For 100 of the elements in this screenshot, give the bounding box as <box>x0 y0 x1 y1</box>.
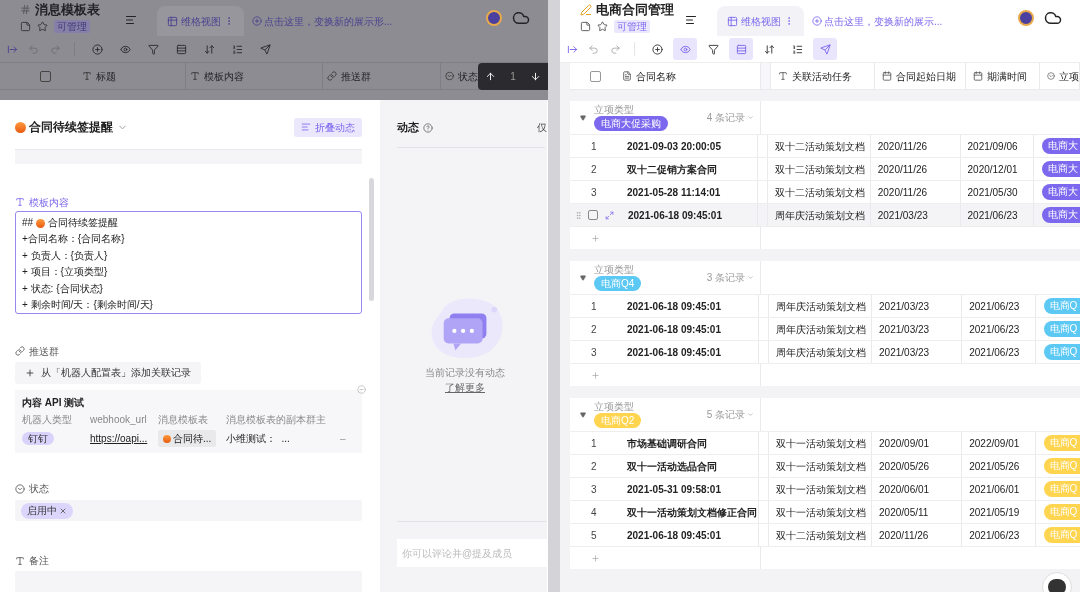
row-number: 2 <box>590 459 598 474</box>
collapse-caret-icon <box>580 274 586 281</box>
project-type-tag: 电商Q <box>1043 298 1080 314</box>
arrow-down-icon <box>529 71 541 82</box>
add-view-link[interactable]: 点击这里，变换新的展示... <box>812 6 943 36</box>
add-circle-icon <box>812 16 822 26</box>
document-icon <box>622 71 632 81</box>
add-link-record-button[interactable]: 从「机器人配置表」添加关联记录 <box>15 362 201 384</box>
link-icon <box>327 71 337 81</box>
table-cell: 2020/11/26 <box>870 181 961 203</box>
toolbar-button[interactable] <box>673 38 697 60</box>
table-row[interactable]: 2 2021-06-18 09:45:01 周年庆活动策划文档 2021/03/23 2021/06/23 电商Q <box>570 318 1080 341</box>
table-row[interactable]: 3 2021-05-31 09:58:01 双十一活动策划文档 2020/06/01 2021/06/01 电商Q <box>570 478 1080 501</box>
column-header[interactable]: 合同起始日期 <box>875 63 966 89</box>
menu-icon <box>685 14 697 26</box>
table-cell: 周年庆活动策划文档 <box>769 341 873 363</box>
sort-icon <box>763 43 775 55</box>
table-row[interactable]: 1 2021-06-18 09:45:01 周年庆活动策划文档 2021/03/23 2021/06/23 电商Q <box>570 295 1080 318</box>
table-row[interactable]: 1 市场基础调研合同 双十一活动策划文档 2020/09/01 2022/09/01 电商Q <box>570 432 1080 455</box>
previous-record-button[interactable] <box>485 71 497 82</box>
collapse-activity-button[interactable]: 折叠动态 <box>294 117 362 137</box>
note-icon <box>20 21 31 32</box>
table-row[interactable]: 3 2021-05-28 11:14:01 双十二活动策划文档 2020/11/26 2021/05/30 电商大 <box>570 181 1080 204</box>
field-label: 推送群 <box>29 344 59 359</box>
star-icon <box>597 21 608 32</box>
undo-icon <box>27 43 39 55</box>
column-header[interactable]: 合同名称 <box>622 68 676 84</box>
checkbox[interactable] <box>590 70 601 82</box>
table-cell: 双十二活动策划文档 <box>768 181 871 203</box>
table-cell: 2021/09/06 <box>960 135 1034 157</box>
template-line: +合同名称：{合同名称} <box>22 232 126 247</box>
text-icon <box>15 555 25 566</box>
text-icon <box>15 197 25 208</box>
table-cell: 双十一活动策划文档 <box>769 432 873 454</box>
linked-column-label: webhook_url <box>90 413 148 428</box>
column-header[interactable]: 模板内容 <box>186 63 323 89</box>
scrollbar[interactable] <box>368 178 374 301</box>
project-type-tag: 电商Q <box>1043 504 1080 520</box>
table-cell-text: 双十一活动策划文档修正合同 <box>627 505 757 520</box>
template-record-chip[interactable]: 合同待... <box>158 430 217 448</box>
table-cell: 2021/06/23 <box>962 318 1036 340</box>
toolbar-button[interactable] <box>729 38 753 60</box>
add-row-button[interactable] <box>591 553 600 563</box>
avatar[interactable] <box>1018 10 1034 26</box>
pen-icon <box>580 3 592 16</box>
table-row[interactable]: 5 2021-06-18 09:45:01 双十二活动策划文档 2020/11/26 2021/06/23 电商Q <box>570 524 1080 547</box>
rows-icon <box>735 43 747 55</box>
template-line: ## <box>22 216 34 230</box>
table-cell: 双十一活动策划文档 <box>769 478 873 500</box>
field-label: 状态 <box>29 482 49 497</box>
redo-icon <box>609 43 621 55</box>
row-number: 3 <box>590 345 598 360</box>
toolbar-button[interactable] <box>813 38 837 60</box>
table-row[interactable]: 2021-06-18 09:45:01 周年庆活动策划文档 2021/03/23 2021/06/23 电商大 <box>570 204 1080 227</box>
table-cell-text: 2021-06-18 09:45:01 <box>627 528 721 543</box>
column-header[interactable]: 关联活动任务 <box>771 63 875 89</box>
table-row[interactable]: 2 双十一活动选品合同 双十一活动策划文档 2020/05/26 2021/05/26 电商Q <box>570 455 1080 478</box>
webhook-link[interactable]: https://oapi... <box>90 433 148 445</box>
undo-icon <box>587 43 599 55</box>
group-tag: 电商Q2 <box>594 413 642 428</box>
status-field[interactable]: 启用中 <box>15 499 362 522</box>
drag-handle-icon <box>574 210 583 220</box>
column-header[interactable]: 立项 <box>1040 63 1080 89</box>
checkbox[interactable] <box>40 70 51 82</box>
table-cell: 双十二活动策划文档 <box>769 524 873 546</box>
table-cell: 2021/06/01 <box>962 478 1036 500</box>
add-row-button[interactable] <box>591 370 600 380</box>
table-cell: 2020/11/26 <box>872 524 963 546</box>
cloud-icon <box>512 9 530 27</box>
table-row[interactable]: 2 双十二促销方案合同 双十二活动策划文档 2020/11/26 2020/12/01 电商大 <box>570 158 1080 181</box>
column-header[interactable]: 期满时间 <box>966 63 1040 89</box>
record-position: 1 <box>510 70 516 84</box>
column-header[interactable]: 标题 <box>78 63 186 89</box>
table-cell: 2020/11/26 <box>870 135 961 157</box>
next-record-button[interactable] <box>529 71 541 82</box>
select-icon <box>15 483 25 494</box>
field-label: 模板内容 <box>29 195 69 210</box>
column-header[interactable]: 推送群 <box>323 63 441 89</box>
remove-link-button[interactable] <box>357 384 366 394</box>
add-row-button[interactable] <box>591 233 600 243</box>
sidebar-icon <box>6 43 18 55</box>
comment-field[interactable]: 你可以评论并@提及成员 <box>397 539 547 567</box>
table-row[interactable]: 3 2021-06-18 09:45:01 周年庆活动策划文档 2021/03/23 2021/06/23 电商Q <box>570 341 1080 364</box>
table-row[interactable]: 4 双十一活动策划文档修正合同 双十一活动策划文档 2020/05/11 2021/05/19 电商Q <box>570 501 1080 524</box>
row-number: 5 <box>590 528 598 543</box>
table-cell-text: 2021-09-03 20:00:05 <box>627 139 721 154</box>
avatar[interactable] <box>486 10 502 26</box>
column-header[interactable]: 状态 <box>441 63 478 89</box>
text-icon <box>190 71 200 81</box>
add-circle-icon <box>91 43 103 55</box>
row-checkbox[interactable] <box>588 210 598 220</box>
only-toggle[interactable]: 仅 <box>537 120 547 135</box>
group-tag: 电商大促采购 <box>594 116 668 131</box>
view-tab[interactable]: 维格视图 <box>717 6 804 36</box>
table-cell: 双十一活动策划文档 <box>769 455 873 477</box>
template-text-area[interactable]: ## 合同待续签提醒 +合同名称：{合同名称} + 负责人：{负责人} + 项目：{立项类型} + 状态: {合同状态} + 剩余时间/天：{剩余时间/天} <box>15 211 362 314</box>
table-row[interactable]: 1 2021-09-03 20:00:05 双十二活动策划文档 2020/11/26 2021/09/06 电商大 <box>570 135 1080 158</box>
learn-more-link[interactable]: 了解更多 <box>445 380 485 395</box>
rows-icon <box>175 43 187 55</box>
project-type-tag: 电商大 <box>1041 161 1080 177</box>
